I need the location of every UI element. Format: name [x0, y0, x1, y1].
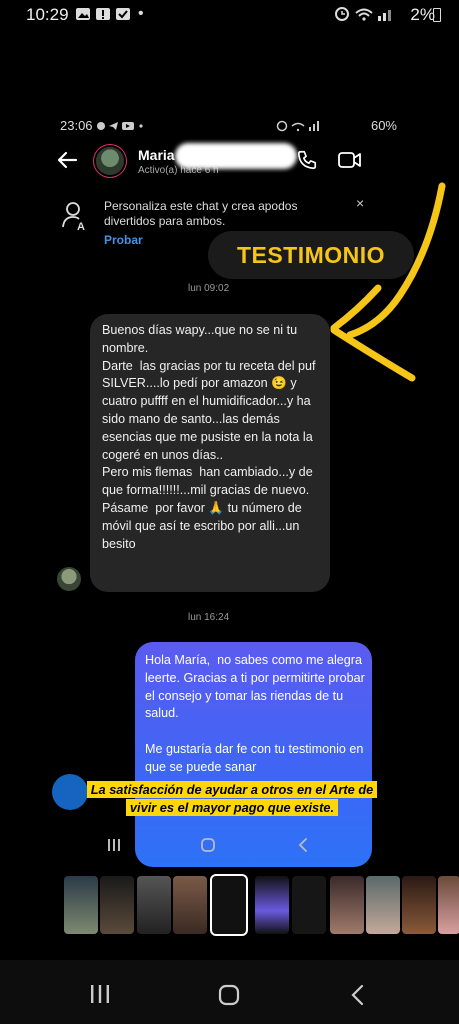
sender-avatar: [57, 567, 81, 591]
day-separator: lun 09:02: [188, 283, 230, 294]
outgoing-message-text: Hola María, no sabes como me alegra leer…: [145, 653, 365, 774]
thumbnail[interactable]: [402, 876, 436, 934]
contact-avatar[interactable]: [96, 147, 124, 175]
back-icon[interactable]: [350, 984, 364, 1011]
inner-notification-icons: [96, 119, 148, 137]
incoming-message-bubble[interactable]: Buenos días wapy...que no se ni tu nombr…: [90, 314, 330, 592]
thumbnail[interactable]: [100, 876, 134, 934]
inner-system-icons: [276, 119, 324, 137]
try-link[interactable]: Probar: [104, 233, 143, 247]
outer-battery-text: 2%: [410, 5, 435, 24]
phone-call-icon[interactable]: [296, 149, 318, 176]
inner-recent-apps-icon: [107, 838, 121, 857]
thumbnail[interactable]: [137, 876, 171, 934]
home-icon[interactable]: [218, 984, 240, 1011]
thumbnail[interactable]: [330, 876, 364, 934]
svg-text:A: A: [77, 221, 85, 231]
video-call-icon[interactable]: [338, 151, 362, 174]
battery-icon: [433, 8, 441, 22]
inner-battery-text: 60%: [370, 118, 397, 133]
thumbnail-selected[interactable]: [210, 874, 248, 936]
system-icons: [334, 6, 398, 27]
outer-clock: 10:29: [26, 5, 69, 24]
thumbnail[interactable]: [438, 876, 459, 934]
redaction-mark: [175, 143, 297, 169]
caption-line-1: La satisfacción de ayudar a otros en el …: [86, 781, 378, 798]
recent-apps-icon[interactable]: [90, 984, 110, 1009]
thumbnail[interactable]: [366, 876, 400, 934]
outgoing-message-bubble[interactable]: Hola María, no sabes como me alegra leer…: [135, 642, 372, 867]
personalize-icon: A: [62, 201, 90, 236]
back-arrow-icon[interactable]: [56, 151, 78, 174]
thumbnail-strip: [60, 874, 459, 936]
inner-back-icon: [298, 837, 308, 858]
thumbnail[interactable]: [255, 876, 289, 934]
outer-status-bar: 10:29 • 2%: [0, 0, 459, 32]
thumbnail[interactable]: [173, 876, 207, 934]
notification-dot: •: [138, 5, 144, 22]
day-separator: lun 16:24: [188, 612, 230, 623]
contact-name[interactable]: Maria: [138, 147, 175, 163]
caption-line-2: vivir es el mayor pago que existe.: [125, 799, 339, 816]
arrow-annotation-icon: [320, 180, 459, 395]
navigation-bar: [0, 960, 459, 1024]
inner-home-icon: [200, 837, 216, 858]
incoming-message-text: Buenos días wapy...que no se ni tu nombr…: [102, 323, 316, 551]
thumbnail[interactable]: [64, 876, 98, 934]
banner-text: Personaliza este chat y crea apodos dive…: [104, 199, 298, 228]
inner-clock: 23:06: [60, 118, 93, 133]
thumbnail[interactable]: [292, 876, 326, 934]
caption-overlay: La satisfacción de ayudar a otros en el …: [48, 781, 416, 817]
